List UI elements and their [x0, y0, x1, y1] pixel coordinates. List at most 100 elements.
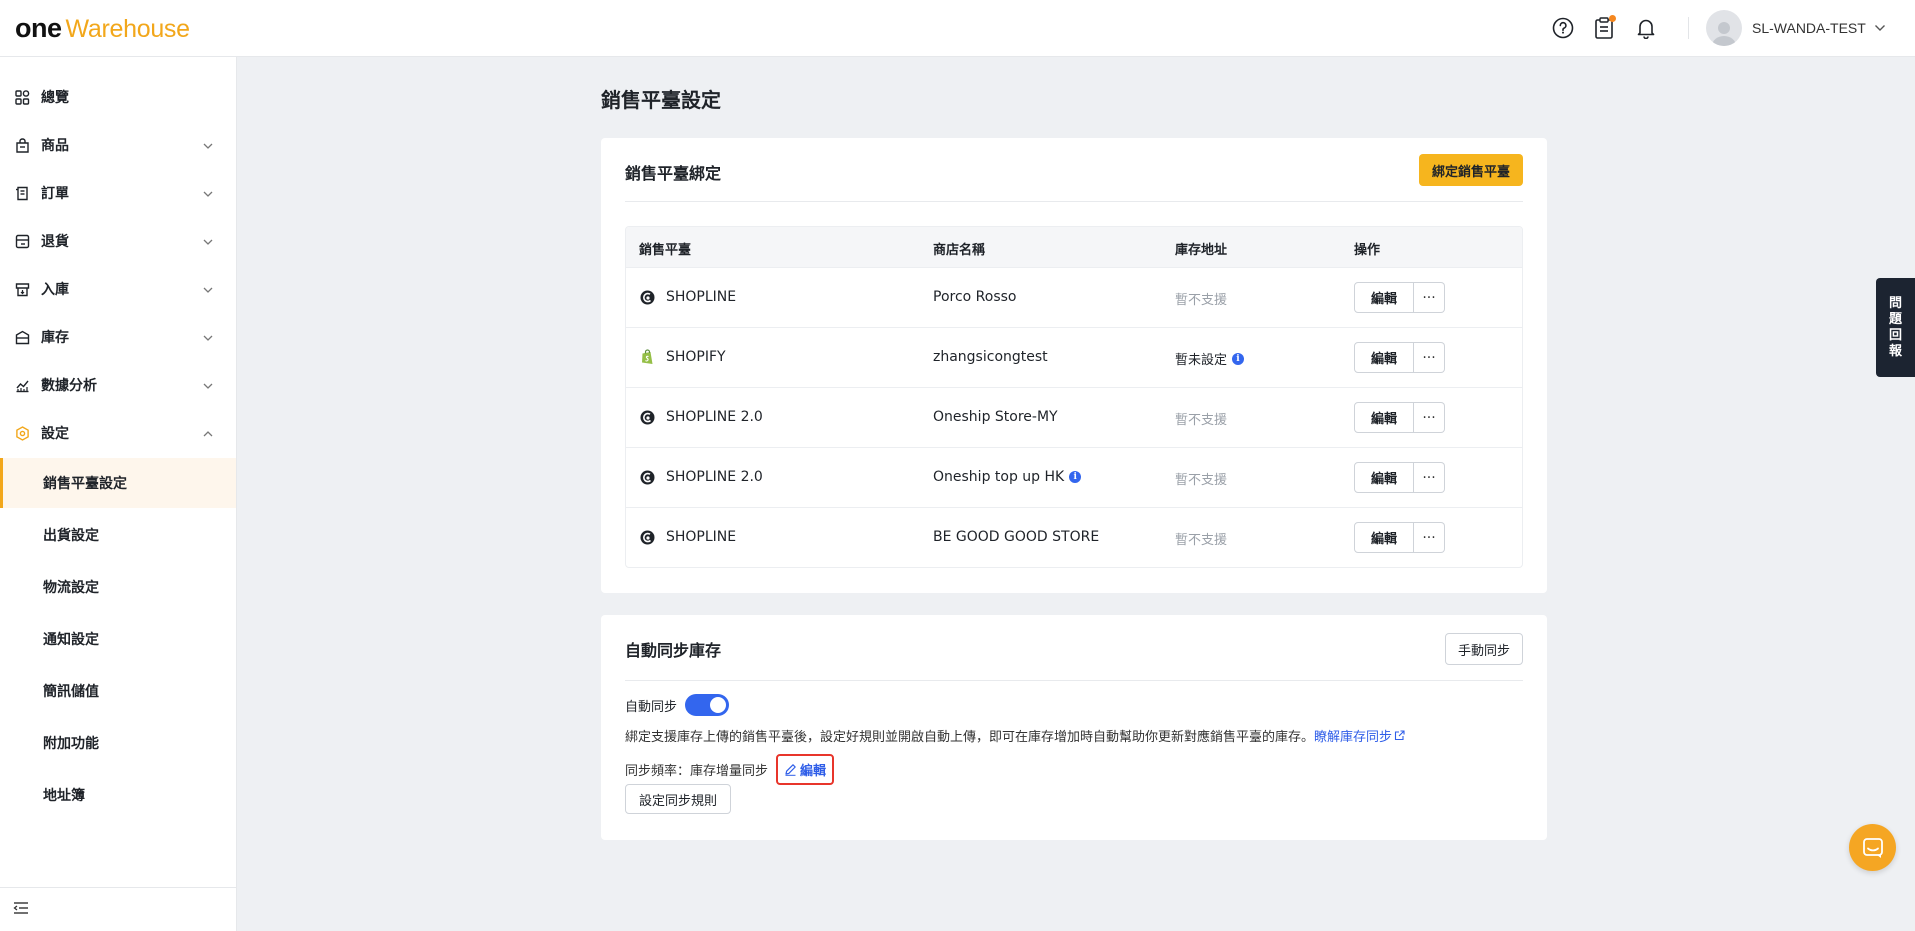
edit-button[interactable]: 編輯	[1354, 522, 1414, 553]
inbound-icon	[14, 281, 30, 297]
sidebar-subitem-logistics[interactable]: 物流設定	[0, 562, 236, 612]
column-header-address: 庫存地址	[1175, 243, 1228, 258]
platform-name: SHOPLINE	[666, 289, 737, 305]
edit-button[interactable]: 編輯	[1354, 462, 1414, 493]
column-header-actions: 操作	[1354, 243, 1381, 258]
sidebar: 總覽 商品 訂單 退貨 入庫 庫存 數據分析 設定 銷售平臺設定 出貨設定 物流…	[0, 57, 237, 931]
sidebar-item-inbound[interactable]: 入庫	[0, 265, 236, 313]
more-actions-button[interactable]: ···	[1414, 462, 1445, 493]
feedback-tab[interactable]: 問 題 回 報	[1876, 278, 1915, 377]
sidebar-subitem-addons[interactable]: 附加功能	[0, 718, 236, 768]
top-header: one Warehouse SL-WANDA-TEST	[0, 0, 1915, 57]
shopline-icon	[639, 409, 655, 425]
chevron-down-icon	[202, 138, 214, 154]
app-logo[interactable]: one Warehouse	[15, 13, 190, 43]
feedback-char: 回	[1888, 327, 1902, 343]
sidebar-subitem-label: 銷售平臺設定	[43, 476, 127, 492]
sidebar-subitem-label: 出貨設定	[43, 528, 99, 544]
more-actions-button[interactable]: ···	[1414, 282, 1445, 313]
table-row: SHOPIFY zhangsicongtest 暫未設定 i 編輯 ···	[626, 327, 1522, 387]
task-clipboard-icon[interactable]	[1591, 15, 1617, 41]
column-header-platform: 銷售平臺	[639, 243, 692, 258]
auto-sync-toggle[interactable]	[685, 694, 730, 716]
platform-cell: SHOPLINE	[639, 529, 736, 545]
chevron-down-icon	[202, 282, 214, 298]
edit-button[interactable]: 編輯	[1354, 282, 1414, 313]
table-header: 銷售平臺 商店名稱 庫存地址 操作	[626, 227, 1522, 267]
set-sync-rules-button[interactable]: 設定同步規則	[625, 784, 732, 814]
sidebar-subitem-notification[interactable]: 通知設定	[0, 614, 236, 664]
store-name: Oneship top up HK	[933, 469, 1065, 485]
platform-table: 銷售平臺 商店名稱 庫存地址 操作 SHOPLINE Porco Rosso 暫…	[625, 226, 1523, 568]
toggle-knob	[710, 697, 727, 713]
more-actions-button[interactable]: ···	[1414, 342, 1445, 373]
external-link-icon	[1394, 730, 1405, 741]
sidebar-item-label: 庫存	[41, 330, 69, 346]
binding-card-title: 銷售平臺綁定	[625, 164, 722, 183]
frequency-label: 同步頻率：	[625, 764, 691, 779]
edit-frequency-link[interactable]: 編輯	[776, 754, 835, 785]
sidebar-item-overview[interactable]: 總覽	[0, 73, 236, 121]
chevron-down-icon	[202, 234, 214, 250]
auto-sync-card: 自動同步庫存 手動同步 自動同步 綁定支援庫存上傳的銷售平臺後，設定好規則並開啟…	[601, 615, 1547, 840]
chevron-up-icon	[202, 426, 214, 442]
bind-platform-button[interactable]: 綁定銷售平臺	[1418, 154, 1523, 186]
manual-sync-button[interactable]: 手動同步	[1444, 633, 1523, 665]
sidebar-item-label: 數據分析	[41, 378, 97, 394]
help-icon[interactable]	[1550, 15, 1576, 41]
stock-address-cell: 暫未設定 i	[1175, 349, 1245, 368]
shopline-icon	[639, 469, 655, 485]
bell-icon[interactable]	[1633, 15, 1659, 41]
pencil-icon	[785, 764, 796, 776]
column-header-store: 商店名稱	[933, 243, 986, 258]
sidebar-subitem-sms-topup[interactable]: 簡訊儲值	[0, 666, 236, 716]
sidebar-subitem-label: 附加功能	[43, 736, 99, 752]
platform-cell: SHOPLINE 2.0	[639, 409, 763, 425]
shopline-icon	[639, 529, 655, 545]
sidebar-item-inventory[interactable]: 庫存	[0, 313, 236, 361]
chat-icon	[1862, 837, 1883, 858]
more-actions-button[interactable]: ···	[1414, 402, 1445, 433]
auto-sync-row: 自動同步	[625, 694, 730, 716]
shopify-icon	[639, 349, 655, 365]
user-menu[interactable]: SL-WANDA-TEST	[1706, 10, 1886, 46]
ellipsis-icon: ···	[1422, 289, 1436, 306]
sidebar-subitem-shipping[interactable]: 出貨設定	[0, 510, 236, 560]
platform-cell: SHOPLINE	[639, 289, 736, 305]
feedback-char: 報	[1888, 343, 1902, 359]
edit-button[interactable]: 編輯	[1354, 402, 1414, 433]
chat-button[interactable]	[1849, 824, 1896, 871]
row-actions: 編輯 ···	[1354, 462, 1445, 493]
sales-platform-binding-card: 銷售平臺綁定 綁定銷售平臺 銷售平臺 商店名稱 庫存地址 操作 SHOPLINE…	[601, 138, 1547, 593]
ellipsis-icon: ···	[1422, 409, 1436, 426]
description-text: 綁定支援庫存上傳的銷售平臺後，設定好規則並開啟自動上傳，即可在庫存增加時自動幫助…	[625, 730, 1315, 745]
sidebar-subitem-label: 物流設定	[43, 580, 99, 596]
stock-address: 暫不支援	[1175, 533, 1228, 548]
table-row: SHOPLINE 2.0 Oneship top up HK i 暫不支援 編輯…	[626, 447, 1522, 507]
platform-cell: SHOPLINE 2.0	[639, 469, 763, 485]
sidebar-item-return[interactable]: 退貨	[0, 217, 236, 265]
chevron-down-icon	[202, 330, 214, 346]
sidebar-item-order[interactable]: 訂單	[0, 169, 236, 217]
info-icon[interactable]: i	[1232, 352, 1245, 365]
edit-button[interactable]: 編輯	[1354, 342, 1414, 373]
info-icon[interactable]: i	[1069, 471, 1082, 483]
learn-link-label: 瞭解庫存同步	[1314, 730, 1393, 745]
platform-name: SHOPLINE 2.0	[666, 469, 763, 485]
sidebar-subitem-sales-platform[interactable]: 銷售平臺設定	[0, 458, 236, 508]
sidebar-item-label: 入庫	[41, 282, 69, 298]
more-actions-button[interactable]: ···	[1414, 522, 1445, 553]
learn-stock-sync-link[interactable]: 瞭解庫存同步	[1314, 726, 1405, 745]
collapse-sidebar-icon[interactable]	[13, 901, 29, 919]
sidebar-item-product[interactable]: 商品	[0, 121, 236, 169]
platform-name: SHOPLINE 2.0	[666, 409, 763, 425]
chevron-down-icon	[202, 378, 214, 394]
user-name: SL-WANDA-TEST	[1752, 20, 1866, 36]
avatar	[1706, 10, 1742, 46]
ellipsis-icon: ···	[1422, 349, 1436, 366]
sidebar-subitem-address-book[interactable]: 地址簿	[0, 770, 236, 820]
logo-warehouse-text: Warehouse	[65, 15, 191, 43]
sidebar-item-settings[interactable]: 設定	[0, 409, 236, 457]
sidebar-item-analytics[interactable]: 數據分析	[0, 361, 236, 409]
frequency-value: 庫存增量同步	[690, 764, 769, 779]
